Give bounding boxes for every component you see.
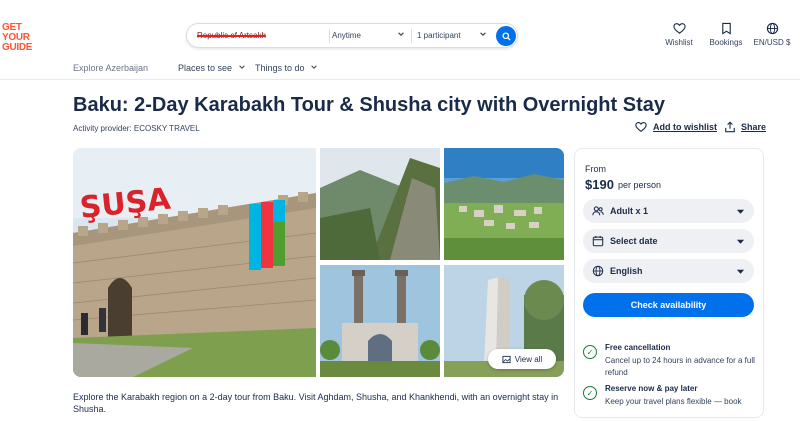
- perk-title: Free cancellation: [605, 343, 671, 352]
- bookings-label: Bookings: [709, 38, 743, 47]
- date-picker[interactable]: Anytime: [332, 31, 361, 40]
- logo[interactable]: GET YOUR GUIDE: [2, 23, 36, 53]
- globe-icon: [592, 265, 604, 277]
- heart-icon: [635, 121, 647, 132]
- logo-line-3: GUIDE: [2, 42, 33, 53]
- users-icon: [592, 206, 604, 216]
- chevron-down-icon: [397, 30, 405, 40]
- price-value: $190: [585, 177, 614, 192]
- globe-icon: [752, 22, 792, 36]
- chevron-down-icon: [311, 65, 317, 69]
- nav-divider: [0, 79, 800, 80]
- chevron-down-icon: [479, 30, 487, 40]
- gallery-photo-mosque[interactable]: [320, 265, 440, 377]
- add-to-wishlist-button[interactable]: Add to wishlist: [635, 121, 717, 133]
- nav-things-label: Things to do: [255, 63, 305, 73]
- perk-free-cancellation: ✓ Free cancellation Cancel up to 24 hour…: [583, 343, 758, 377]
- share-button[interactable]: Share: [724, 121, 766, 133]
- heart-icon: [664, 22, 694, 36]
- perk-description: Keep your travel plans flexible — book: [605, 397, 742, 406]
- bookings-button[interactable]: Bookings: [707, 22, 745, 47]
- price-unit: per person: [618, 180, 662, 190]
- calendar-icon: [592, 235, 604, 247]
- date-value: Select date: [610, 236, 658, 246]
- search-bar: Republic of Artsakh Anytime 1 participan…: [186, 23, 518, 48]
- language-value: English: [610, 266, 643, 276]
- wishlist-label: Wishlist: [665, 38, 693, 47]
- nav-explore-azerbaijan[interactable]: Explore Azerbaijan: [73, 63, 148, 73]
- locale-button[interactable]: EN/USD $: [752, 22, 792, 47]
- destination-input[interactable]: Republic of Artsakh: [197, 31, 266, 40]
- gallery-photo-mountains[interactable]: [320, 148, 440, 260]
- activity-provider[interactable]: Activity provider: ECOSKY TRAVEL: [73, 124, 200, 133]
- perk-description: Cancel up to 24 hours in advance for a f…: [605, 356, 755, 377]
- activity-description: Explore the Karabakh region on a 2-day t…: [73, 392, 559, 414]
- search-button[interactable]: [496, 26, 516, 46]
- booking-card: From $190 per person Adult x 1 Select da…: [574, 148, 764, 418]
- view-all-button[interactable]: View all: [488, 349, 556, 369]
- participants-value: Adult x 1: [610, 206, 649, 216]
- participants-select[interactable]: Adult x 1: [583, 199, 754, 223]
- check-availability-button[interactable]: Check availability: [583, 293, 754, 317]
- view-all-label: View all: [514, 354, 543, 364]
- caret-down-icon: [736, 269, 745, 274]
- check-circle-icon: ✓: [583, 345, 597, 359]
- perk-reserve-now-pay-later: ✓ Reserve now & pay later Keep your trav…: [583, 384, 758, 418]
- image-icon: [502, 355, 511, 363]
- perk-title: Reserve now & pay later: [605, 384, 698, 393]
- gallery-photo-city[interactable]: [444, 148, 564, 260]
- ticket-icon: [707, 22, 745, 36]
- page-title: Baku: 2-Day Karabakh Tour & Shusha city …: [73, 94, 665, 116]
- caret-down-icon: [736, 239, 745, 244]
- add-to-wishlist-label: Add to wishlist: [653, 122, 717, 132]
- locale-label: EN/USD $: [753, 38, 791, 47]
- nav-places-label: Places to see: [178, 63, 233, 73]
- search-divider: [411, 29, 412, 43]
- share-label: Share: [741, 122, 767, 132]
- nav-things-to-do[interactable]: Things to do: [255, 63, 318, 73]
- check-circle-icon: ✓: [583, 386, 597, 400]
- price-from-label: From: [585, 164, 606, 174]
- share-icon: [725, 121, 735, 133]
- gallery-main-photo[interactable]: ŞUŞA: [73, 148, 316, 377]
- chevron-down-icon: [238, 65, 245, 69]
- date-select[interactable]: Select date: [583, 229, 754, 253]
- participants-picker[interactable]: 1 participant: [417, 31, 461, 40]
- nav-places-to-see[interactable]: Places to see: [178, 63, 246, 73]
- search-divider: [329, 29, 330, 43]
- language-select[interactable]: English: [583, 259, 754, 283]
- caret-down-icon: [736, 209, 745, 214]
- search-icon: [501, 31, 511, 41]
- wishlist-button[interactable]: Wishlist: [664, 22, 694, 47]
